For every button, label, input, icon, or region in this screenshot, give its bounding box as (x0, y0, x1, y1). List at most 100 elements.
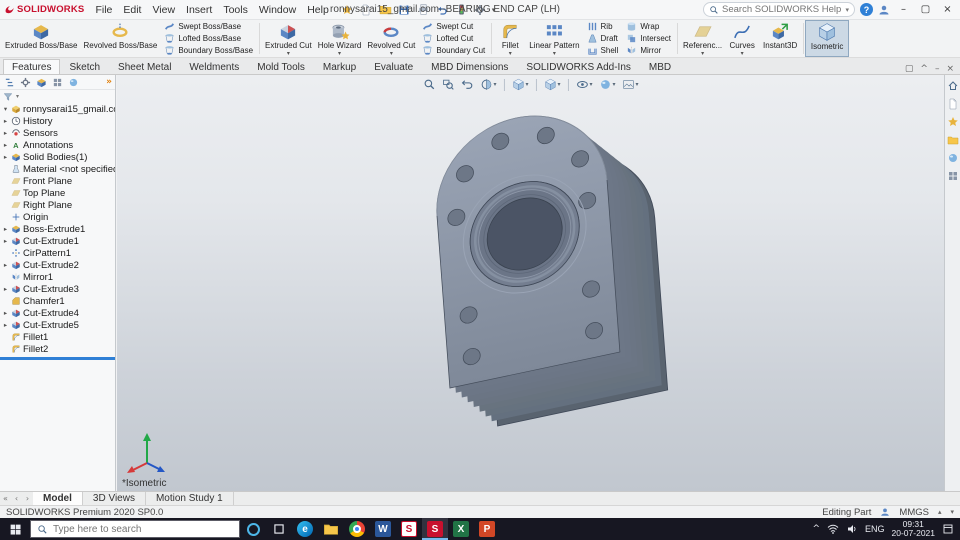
file-explorer-tab[interactable] (947, 134, 959, 146)
intersect-button[interactable]: Intersect (626, 33, 671, 44)
dropdown-arrow-icon[interactable]: ▾ (287, 50, 290, 57)
tab-motion-study-1[interactable]: Motion Study 1 (146, 492, 234, 505)
hidden-icons-chevron[interactable]: ^ (812, 524, 820, 534)
help-search-box[interactable]: ▾ (703, 2, 855, 17)
filter-funnel-icon[interactable] (3, 92, 13, 102)
tree-item-fillet2[interactable]: Fillet2 (0, 343, 115, 355)
doc-minimize-icon[interactable]: – (935, 64, 940, 74)
expand-icon[interactable]: ▸ (2, 153, 9, 161)
tree-item-cirpattern1[interactable]: CirPattern1 (0, 247, 115, 259)
expand-icon[interactable]: ▸ (2, 237, 9, 245)
taskbar-search-input[interactable] (53, 523, 233, 535)
menu-file[interactable]: File (90, 2, 117, 18)
tab-model[interactable]: Model (33, 492, 83, 505)
swept-cut-button[interactable]: Swept Cut (422, 21, 485, 32)
property-manager-tab[interactable] (19, 76, 32, 88)
wifi-icon[interactable] (827, 523, 839, 535)
tree-item-cut-extrude2[interactable]: ▸ Cut-Extrude2 (0, 259, 115, 271)
isometric-view-button[interactable]: Isometric (805, 20, 850, 57)
wrap-button[interactable]: Wrap (626, 21, 671, 32)
minimize-button[interactable]: – (895, 2, 912, 17)
status-down-icon[interactable]: ▾ (950, 508, 954, 516)
lofted-cut-button[interactable]: Lofted Cut (422, 33, 485, 44)
nav-first-icon[interactable]: « (0, 492, 11, 505)
status-up-icon[interactable]: ▴ (938, 508, 942, 516)
dropdown-arrow-icon[interactable]: ▾ (741, 50, 744, 57)
tab-mbd-dimensions[interactable]: MBD Dimensions (422, 59, 517, 74)
tree-item-sensors[interactable]: ▸ Sensors (0, 127, 115, 139)
curves-button[interactable]: Curves ▾ (725, 21, 759, 56)
display-manager-tab[interactable] (67, 76, 80, 88)
revolved-boss-base-button[interactable]: Revolved Boss/Base (80, 21, 160, 56)
dropdown-arrow-icon[interactable]: ▾ (701, 50, 704, 57)
tab-evaluate[interactable]: Evaluate (365, 59, 422, 74)
help-search-input[interactable] (722, 4, 843, 15)
filter-dropdown-icon[interactable]: ▾ (16, 93, 19, 100)
boundary-cut-button[interactable]: Boundary Cut (422, 45, 485, 56)
units-selector[interactable]: MMGS (899, 507, 929, 518)
lofted-boss-base-button[interactable]: Lofted Boss/Base (164, 33, 253, 44)
tree-item-front-plane[interactable]: Front Plane (0, 175, 115, 187)
tree-item-cut-extrude1[interactable]: ▸ Cut-Extrude1 (0, 235, 115, 247)
boundary-boss-base-button[interactable]: Boundary Boss/Base (164, 45, 253, 56)
expand-icon[interactable]: ▸ (2, 141, 9, 149)
tree-item-solid-bodies[interactable]: ▸ Solid Bodies(1) (0, 151, 115, 163)
tree-item-fillet1[interactable]: Fillet1 (0, 331, 115, 343)
language-indicator[interactable]: ENG (865, 524, 885, 534)
tree-item-boss-extrude1[interactable]: ▸ Boss-Extrude1 (0, 223, 115, 235)
tree-item-chamfer1[interactable]: Chamfer1 (0, 295, 115, 307)
appearances-tab[interactable] (947, 152, 959, 164)
dropdown-arrow-icon[interactable]: ▾ (509, 50, 512, 57)
tab-weldments[interactable]: Weldments (180, 59, 248, 74)
speaker-icon[interactable] (846, 523, 858, 535)
rib-button[interactable]: Rib (587, 21, 619, 32)
tree-item-mirror1[interactable]: Mirror1 (0, 271, 115, 283)
hole-wizard-button[interactable]: Hole Wizard ▾ (315, 21, 365, 56)
revolved-cut-button[interactable]: Revolved Cut ▾ (364, 21, 418, 56)
design-library-tab[interactable] (947, 116, 959, 128)
extruded-boss-base-button[interactable]: Extruded Boss/Base (2, 21, 80, 56)
menu-view[interactable]: View (147, 2, 180, 18)
solidworks-resources-tab[interactable] (947, 98, 959, 110)
tab-mold-tools[interactable]: Mold Tools (248, 59, 314, 74)
search-dropdown-icon[interactable]: ▾ (845, 6, 849, 14)
cortana-button[interactable] (240, 518, 266, 540)
fillet-button[interactable]: Fillet ▾ (494, 21, 526, 56)
menu-tools[interactable]: Tools (218, 2, 253, 18)
chrome-button[interactable] (344, 518, 370, 540)
tree-item-annotations[interactable]: ▸ Annotations (0, 139, 115, 151)
draft-button[interactable]: Draft (587, 33, 619, 44)
mirror-button[interactable]: Mirror (626, 45, 671, 56)
tree-item-cut-extrude5[interactable]: ▸ Cut-Extrude5 (0, 319, 115, 331)
edge-button[interactable]: e (292, 518, 318, 540)
action-center-icon[interactable] (942, 523, 954, 535)
help-button[interactable]: ? (860, 3, 873, 16)
tree-item-origin[interactable]: Origin (0, 211, 115, 223)
powerpoint-button[interactable]: P (474, 518, 500, 540)
rollback-bar[interactable] (0, 357, 115, 360)
reference-geometry-button[interactable]: Referenc... ▾ (680, 21, 725, 56)
tree-item-cut-extrude4[interactable]: ▸ Cut-Extrude4 (0, 307, 115, 319)
tab-sketch[interactable]: Sketch (60, 59, 109, 74)
nav-prev-icon[interactable]: ‹ (11, 492, 22, 505)
tab-markup[interactable]: Markup (314, 59, 365, 74)
bearing-end-cap-model[interactable] (117, 75, 944, 491)
feature-manager-tab[interactable] (3, 76, 16, 88)
extruded-cut-button[interactable]: Extruded Cut ▾ (262, 21, 315, 56)
taskbar-search-box[interactable] (30, 520, 240, 538)
ribbon-collapse-icon[interactable]: ^ (920, 64, 928, 74)
home-tab[interactable] (947, 80, 959, 92)
start-button[interactable] (0, 518, 30, 540)
menu-insert[interactable]: Insert (181, 2, 217, 18)
expand-icon[interactable]: ▸ (2, 285, 9, 293)
dimxpert-manager-tab[interactable] (51, 76, 64, 88)
dropdown-arrow-icon[interactable]: ▾ (390, 50, 393, 57)
expand-icon[interactable]: ▸ (2, 225, 9, 233)
tab-sheet-metal[interactable]: Sheet Metal (109, 59, 180, 74)
nav-next-icon[interactable]: › (22, 492, 33, 505)
doc-close-icon[interactable]: × (946, 64, 954, 74)
expand-icon[interactable]: ▸ (2, 309, 9, 317)
dropdown-arrow-icon[interactable]: ▾ (338, 50, 341, 57)
tab-solidworks-add-ins[interactable]: SOLIDWORKS Add-Ins (517, 59, 639, 74)
panel-flyout-icon[interactable]: » (106, 77, 112, 87)
